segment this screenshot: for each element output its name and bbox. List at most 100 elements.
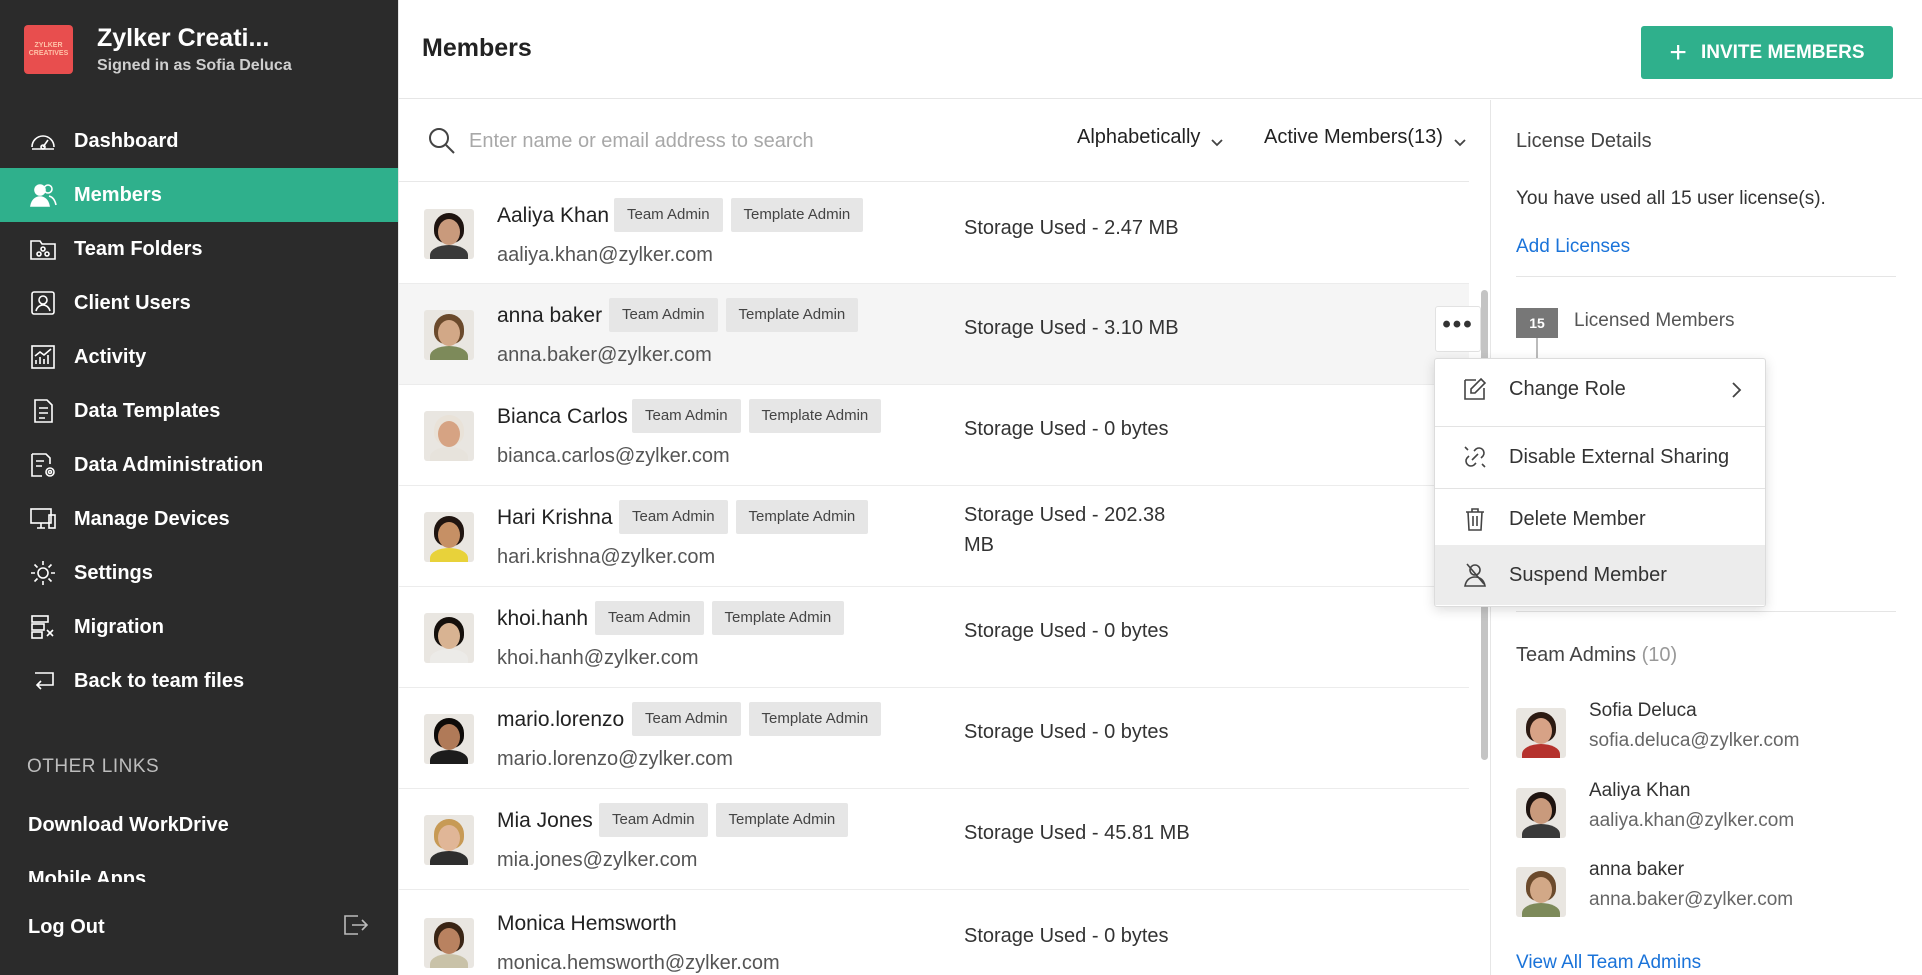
members-toolbar: Alphabetically Active Members(13) bbox=[399, 100, 1469, 182]
member-email: monica.hemsworth@zylker.com bbox=[497, 952, 780, 974]
sidebar-item-label: Manage Devices bbox=[74, 507, 230, 530]
avatar-body bbox=[1522, 824, 1560, 838]
avatar bbox=[1516, 788, 1566, 838]
team-admin-badge: Team Admin bbox=[632, 702, 741, 736]
more-options-button[interactable]: ••• bbox=[1435, 306, 1481, 352]
avatar-body bbox=[1522, 903, 1560, 917]
disable-external-sharing-menu-item[interactable]: Disable External Sharing bbox=[1435, 427, 1765, 487]
avatar bbox=[424, 613, 474, 663]
template-admin-badge: Template Admin bbox=[735, 500, 869, 534]
template-admin-badge: Template Admin bbox=[711, 601, 845, 635]
mobile-apps-link[interactable]: Mobile Apps bbox=[28, 868, 146, 882]
team-admins-title: Team Admins (10) bbox=[1516, 644, 1677, 667]
member-role-badges: Team Admin Template Admin bbox=[619, 500, 876, 534]
members-list-pane: Alphabetically Active Members(13) Aaliya… bbox=[399, 100, 1491, 975]
avatar bbox=[424, 310, 474, 360]
avatar-body bbox=[430, 851, 468, 865]
member-role-badges: Team Admin Template Admin bbox=[632, 702, 889, 736]
sidebar-item-data-administration[interactable]: Data Administration bbox=[0, 438, 398, 492]
member-row[interactable]: Hari Krishna Team Admin Template Admin h… bbox=[399, 486, 1469, 587]
team-admin-badge: Team Admin bbox=[599, 803, 708, 837]
sidebar-item-team-folders[interactable]: Team Folders bbox=[0, 222, 398, 276]
admin-email: sofia.deluca@zylker.com bbox=[1589, 730, 1800, 751]
member-email: mario.lorenzo@zylker.com bbox=[497, 748, 733, 770]
member-row[interactable]: Aaliya Khan Team Admin Template Admin aa… bbox=[399, 183, 1469, 284]
storage-used: Storage Used - 0 bytes bbox=[964, 925, 1169, 947]
admin-email: anna.baker@zylker.com bbox=[1589, 889, 1794, 910]
sidebar-item-settings[interactable]: Settings bbox=[0, 546, 398, 600]
member-row[interactable]: khoi.hanh Team Admin Template Admin khoi… bbox=[399, 587, 1469, 688]
avatar-body bbox=[430, 649, 468, 663]
member-row[interactable]: anna baker Team Admin Template Admin ann… bbox=[399, 284, 1481, 385]
invite-members-label: INVITE MEMBERS bbox=[1700, 41, 1865, 63]
add-licenses-link[interactable]: Add Licenses bbox=[1516, 236, 1630, 258]
member-row[interactable]: mario.lorenzo Team Admin Template Admin … bbox=[399, 688, 1469, 789]
member-role-badges: Team Admin Template Admin bbox=[609, 298, 866, 332]
avatar-body bbox=[430, 548, 468, 562]
page-title: Members bbox=[422, 34, 532, 62]
avatar bbox=[424, 411, 474, 461]
sidebar-item-label: Settings bbox=[74, 561, 153, 584]
storage-used: Storage Used - 202.38 MB bbox=[964, 504, 1166, 556]
avatar-face bbox=[1530, 798, 1552, 824]
avatar bbox=[424, 714, 474, 764]
other-links-heading: OTHER LINKS bbox=[27, 756, 160, 777]
back-icon bbox=[28, 666, 58, 696]
member-row[interactable]: Mia Jones Team Admin Template Admin mia.… bbox=[399, 789, 1469, 890]
avatar-body bbox=[430, 447, 468, 461]
member-status-dropdown[interactable]: Active Members(13) bbox=[1264, 126, 1467, 149]
change-role-menu-item[interactable]: Change Role bbox=[1435, 359, 1765, 419]
avatar-face bbox=[1530, 718, 1552, 744]
avatar-face bbox=[438, 522, 460, 548]
suspend-member-menu-item[interactable]: Suspend Member bbox=[1435, 545, 1765, 605]
menu-item-label: Delete Member bbox=[1509, 507, 1646, 530]
avatar-face bbox=[438, 724, 460, 750]
invite-members-button[interactable]: + INVITE MEMBERS bbox=[1641, 26, 1893, 79]
member-email: khoi.hanh@zylker.com bbox=[497, 647, 699, 669]
template-admin-badge: Template Admin bbox=[748, 702, 882, 736]
sidebar-item-label: Client Users bbox=[74, 291, 191, 314]
member-name: khoi.hanh bbox=[497, 607, 589, 630]
member-role-badges: Team Admin Template Admin bbox=[595, 601, 852, 635]
divider bbox=[1516, 611, 1896, 612]
member-email: mia.jones@zylker.com bbox=[497, 849, 698, 871]
avatar-body bbox=[430, 750, 468, 764]
member-role-badges: Team Admin Template Admin bbox=[599, 803, 856, 837]
sort-dropdown[interactable]: Alphabetically bbox=[1077, 126, 1224, 149]
delete-member-menu-item[interactable]: Delete Member bbox=[1435, 489, 1765, 549]
sort-dropdown-label: Alphabetically bbox=[1077, 126, 1201, 148]
sidebar-item-client-users[interactable]: Client Users bbox=[0, 276, 398, 330]
sidebar-item-migration[interactable]: Migration bbox=[0, 600, 398, 654]
sidebar-item-label: Dashboard bbox=[74, 129, 179, 152]
team-admins-label: Team Admins bbox=[1516, 644, 1637, 666]
member-row[interactable]: Monica Hemsworth monica.hemsworth@zylker… bbox=[399, 890, 1469, 975]
menu-item-label: Change Role bbox=[1509, 377, 1626, 400]
team-admin-badge: Team Admin bbox=[619, 500, 728, 534]
sidebar-item-manage-devices[interactable]: Manage Devices bbox=[0, 492, 398, 546]
sidebar-item-label: Data Administration bbox=[74, 453, 264, 476]
view-all-team-admins-link[interactable]: View All Team Admins bbox=[1516, 952, 1701, 974]
sidebar-item-data-templates[interactable]: Data Templates bbox=[0, 384, 398, 438]
member-name: Hari Krishna bbox=[497, 506, 613, 529]
org-logo: ZYLKER CREATIVES bbox=[24, 25, 73, 74]
member-row[interactable]: Bianca Carlos Team Admin Template Admin … bbox=[399, 385, 1469, 486]
sidebar-item-dashboard[interactable]: Dashboard bbox=[0, 114, 398, 168]
member-search-input[interactable] bbox=[469, 124, 969, 158]
download-workdrive-link[interactable]: Download WorkDrive bbox=[28, 814, 229, 837]
licensed-members-label: Licensed Members bbox=[1574, 310, 1735, 331]
sidebar-item-back-to-team-files[interactable]: Back to team files bbox=[0, 654, 398, 708]
data-administration-icon bbox=[28, 450, 58, 480]
sidebar-item-members[interactable]: Members bbox=[0, 168, 398, 222]
logout-button[interactable]: Log Out bbox=[0, 900, 398, 955]
org-switcher[interactable]: ZYLKER CREATIVES Zylker Creati... Signed… bbox=[24, 24, 292, 75]
link-off-icon bbox=[1461, 443, 1489, 471]
suspend-user-icon bbox=[1461, 561, 1489, 589]
storage-used: Storage Used - 0 bytes bbox=[964, 620, 1169, 642]
avatar bbox=[1516, 867, 1566, 917]
team-admin-badge: Team Admin bbox=[632, 399, 741, 433]
divider bbox=[1516, 276, 1896, 277]
sidebar-item-label: Activity bbox=[74, 345, 147, 368]
manage-devices-icon bbox=[28, 504, 58, 534]
avatar-face bbox=[438, 623, 460, 649]
sidebar-item-activity[interactable]: Activity bbox=[0, 330, 398, 384]
